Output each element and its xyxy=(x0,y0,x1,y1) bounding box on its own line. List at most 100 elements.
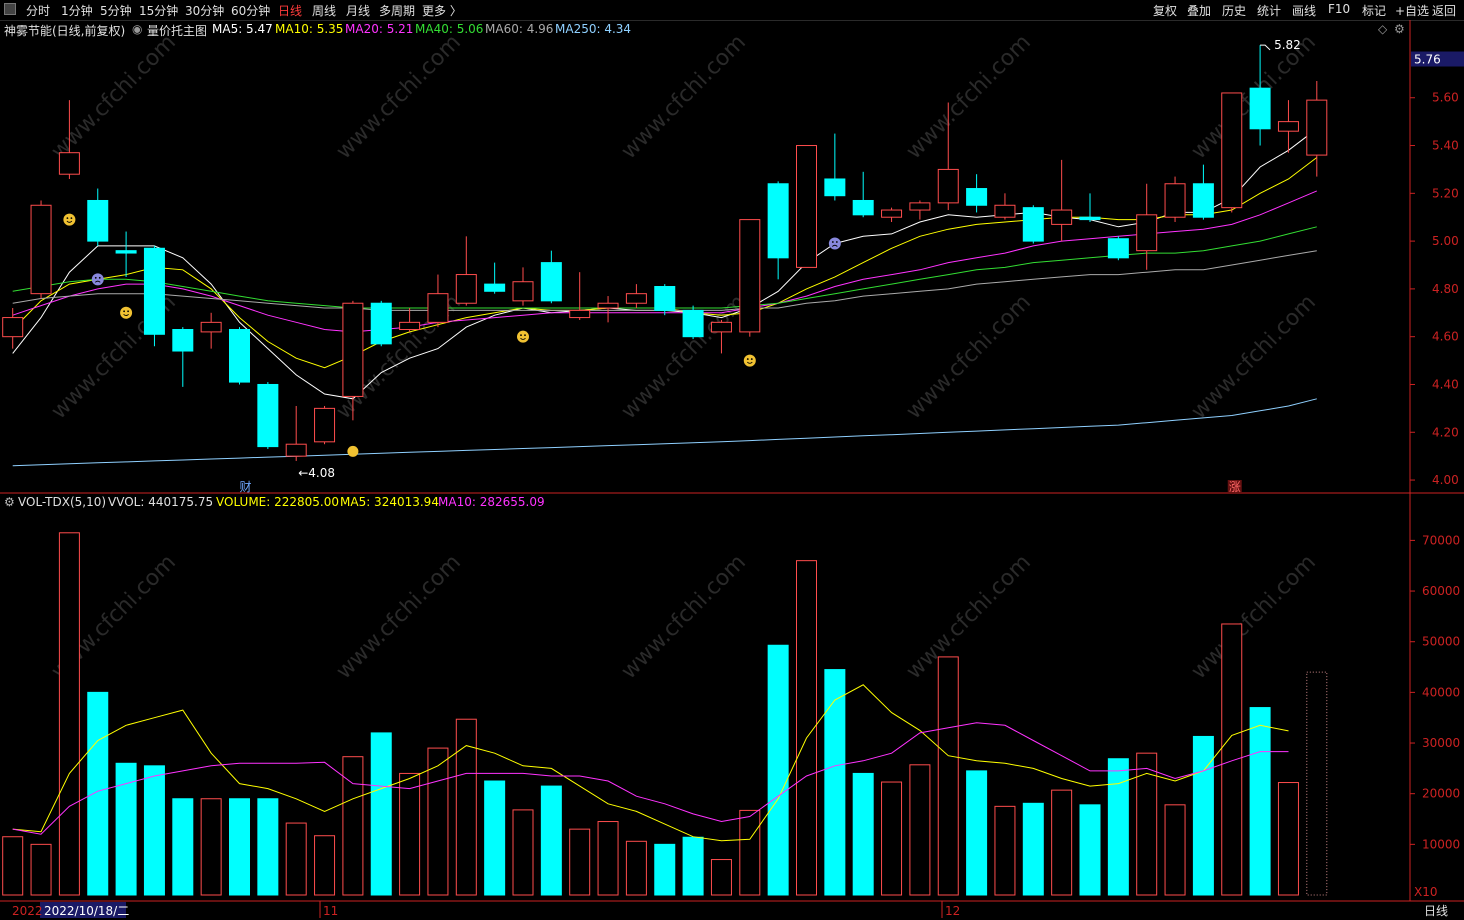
candle-body xyxy=(1136,214,1158,252)
candle-body xyxy=(824,178,846,197)
eye xyxy=(746,358,749,360)
candle-body xyxy=(796,145,817,268)
volume-bar xyxy=(625,840,647,896)
candle-body xyxy=(909,202,931,211)
candle-body xyxy=(937,168,959,204)
candle-body xyxy=(200,321,222,333)
candle-body xyxy=(257,383,279,448)
candle-body xyxy=(1107,238,1129,259)
sad-icon-face xyxy=(828,237,841,250)
candle-body xyxy=(994,204,1016,218)
volume-bar xyxy=(597,821,619,896)
watermark-text: www.cfchi.com xyxy=(1187,550,1321,684)
candle-body xyxy=(1249,87,1271,130)
watermark-text: www.cfchi.com xyxy=(902,290,1036,424)
candle-body xyxy=(342,302,364,397)
volume-bar xyxy=(512,809,534,896)
volume-bar xyxy=(285,822,307,896)
eye xyxy=(520,334,522,337)
watermark-text: www.cfchi.com xyxy=(617,30,751,164)
volume-bar xyxy=(143,765,165,896)
eye xyxy=(123,310,125,313)
smile-icon-face xyxy=(743,354,756,367)
volume-bar xyxy=(30,843,52,896)
volume-tick-label: 20000 xyxy=(1422,787,1460,801)
watermark-text: www.cfchi.com xyxy=(332,550,466,684)
candle-body xyxy=(427,293,449,323)
volume-tick-label: 30000 xyxy=(1422,736,1460,750)
estimated-volume-bar xyxy=(1306,671,1328,896)
volume-bar xyxy=(1079,804,1101,896)
finance-event-marker: 财 xyxy=(240,480,252,494)
ma250-line xyxy=(12,398,1317,467)
price-tick-label: 4.20 xyxy=(1432,425,1459,439)
volume-bar xyxy=(1277,782,1299,896)
eye xyxy=(831,241,834,243)
smile-icon xyxy=(517,330,529,343)
watermark-text: www.cfchi.com xyxy=(902,30,1036,164)
rise-marker: 涨 xyxy=(1229,479,1241,494)
chart-canvas[interactable]: 4.00 4.20 4.40 4.60 4.80 5.00 5.20 5.40 5.60 1000… xyxy=(0,0,1464,920)
watermark-text: www.cfchi.com xyxy=(47,30,181,164)
candle-body xyxy=(58,152,80,175)
candle-body xyxy=(1306,99,1328,156)
candle-body xyxy=(739,219,761,333)
bottom-bar xyxy=(0,901,1464,920)
volume-tick-label: 70000 xyxy=(1422,533,1460,547)
candle-body xyxy=(710,321,732,333)
candle-body xyxy=(455,274,477,304)
price-tick-label: 5.60 xyxy=(1432,91,1459,105)
volume-tick-label: 60000 xyxy=(1422,584,1460,598)
candle-body xyxy=(87,199,109,242)
volume-bar xyxy=(87,691,109,896)
candle-body xyxy=(370,302,392,345)
price-tick-label: 4.40 xyxy=(1432,377,1459,391)
low-price-label: ←4.08 xyxy=(298,466,335,480)
ma10-line xyxy=(12,157,1318,369)
watermark-text: www.cfchi.com xyxy=(332,30,466,164)
price-tick-label: 4.80 xyxy=(1432,282,1459,296)
sad-icon-face xyxy=(91,273,104,286)
volume-tick-label: 40000 xyxy=(1422,685,1460,699)
candle-body xyxy=(1164,183,1186,218)
candle-body xyxy=(30,204,52,295)
volume-bar xyxy=(1164,804,1186,896)
volume-bar xyxy=(682,836,704,896)
price-tick-label: 4.00 xyxy=(1432,473,1459,487)
candle-body xyxy=(2,317,24,338)
eye xyxy=(835,241,838,243)
volume-bar xyxy=(739,809,761,896)
volume-bar xyxy=(909,764,931,896)
volume-bar xyxy=(370,732,392,896)
candle-body xyxy=(285,443,307,457)
candle-body xyxy=(512,281,534,302)
candle-body xyxy=(484,283,506,292)
volume-bar xyxy=(1249,707,1271,896)
current-price-label: 5.76 xyxy=(1414,53,1441,67)
price-tick-label: 5.00 xyxy=(1432,234,1459,248)
candle-body xyxy=(881,209,903,218)
candle-body xyxy=(115,250,137,254)
volume-bar xyxy=(427,747,449,896)
candle-body xyxy=(767,183,789,259)
money-bag-icon xyxy=(347,445,359,457)
volume-bar xyxy=(399,772,421,896)
candle-body xyxy=(1079,216,1101,221)
volume-tick-label: 50000 xyxy=(1422,635,1460,649)
eye xyxy=(98,276,101,279)
volume-bar xyxy=(58,532,80,896)
eye xyxy=(94,276,97,279)
smile-icon-face xyxy=(120,306,133,319)
candle-body xyxy=(540,262,562,302)
price-tick-label: 4.60 xyxy=(1432,330,1459,344)
price-tick-label: 5.40 xyxy=(1432,139,1459,153)
volume-tick-label: 10000 xyxy=(1422,837,1460,851)
eye xyxy=(750,358,753,360)
candle-body xyxy=(852,199,874,216)
candle-body xyxy=(172,329,194,352)
sad-icon xyxy=(828,237,841,250)
volume-bar xyxy=(314,835,336,896)
volume-bar xyxy=(852,772,874,896)
volume-bar xyxy=(1022,802,1044,896)
eye xyxy=(70,217,73,220)
